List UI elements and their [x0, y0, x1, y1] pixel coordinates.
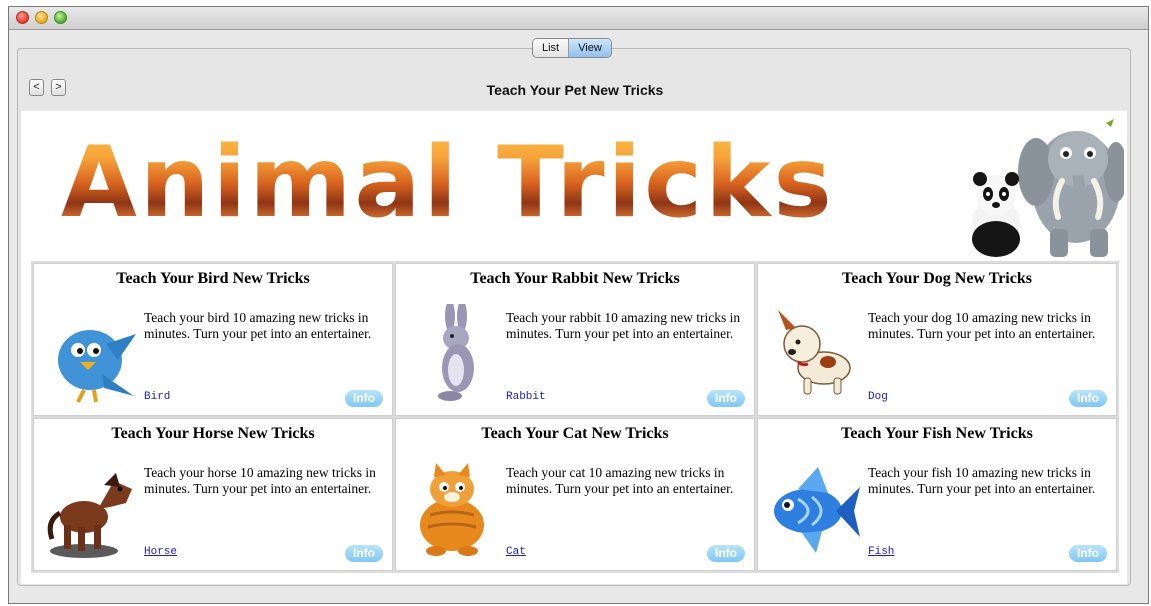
- page-title: Teach Your Pet New Tricks: [486, 82, 664, 98]
- info-button[interactable]: Info: [345, 390, 383, 407]
- list-segment[interactable]: List: [533, 39, 570, 57]
- dog-icon: [778, 310, 851, 395]
- close-window-button[interactable]: [16, 11, 29, 24]
- pet-link-cat[interactable]: Cat: [506, 546, 526, 558]
- info-button[interactable]: Info: [1069, 545, 1107, 562]
- info-button[interactable]: Info: [707, 390, 745, 407]
- elephant-panda-icon: [972, 119, 1124, 257]
- pet-link-dog[interactable]: Dog: [868, 391, 888, 403]
- back-button[interactable]: <: [29, 79, 44, 96]
- horse-icon: [47, 473, 132, 558]
- card-description: Teach your cat 10 amazing new tricks in …: [506, 465, 734, 496]
- card-heading: Teach Your Horse New Tricks: [111, 425, 315, 442]
- card-heading: Teach Your Cat New Tricks: [481, 425, 669, 442]
- pet-link-horse[interactable]: Horse: [144, 546, 177, 558]
- card-description: Teach your rabbit 10 amazing new tricks …: [506, 310, 741, 341]
- cat-icon: [420, 463, 484, 556]
- banner-title: Animal Tricks: [61, 126, 835, 240]
- card-heading: Teach Your Rabbit New Tricks: [470, 270, 680, 287]
- card-cat: Teach Your Cat New Tricks Teach your cat…: [395, 418, 755, 571]
- card-description: Teach your fish 10 amazing new tricks in…: [868, 465, 1096, 496]
- card-heading: Teach Your Bird New Tricks: [116, 270, 310, 287]
- card-rabbit: Teach Your Rabbit New Tricks Teach your …: [395, 263, 755, 416]
- minimize-window-button[interactable]: [35, 11, 48, 24]
- web-view: Animal Tricks Teach Your Bird New Tricks: [21, 111, 1127, 584]
- info-button[interactable]: Info: [345, 545, 383, 562]
- card-dog: Teach Your Dog New Tricks Teach your dog…: [757, 263, 1117, 416]
- view-segment[interactable]: View: [569, 39, 611, 57]
- card-horse: Teach Your Horse New Tricks Teach your h…: [33, 418, 393, 571]
- card-description: Teach your horse 10 amazing new tricks i…: [144, 465, 376, 496]
- info-button[interactable]: Info: [1069, 390, 1107, 407]
- fish-icon: [774, 467, 860, 553]
- zoom-window-button[interactable]: [54, 11, 67, 24]
- pet-link-rabbit[interactable]: Rabbit: [506, 391, 546, 403]
- card-fish: Teach Your Fish New Tricks Teach your fi…: [757, 418, 1117, 571]
- pet-link-fish[interactable]: Fish: [868, 546, 894, 558]
- view-mode-control: List View: [532, 38, 612, 58]
- card-bird: Teach Your Bird New Tricks Teach your bi…: [33, 263, 393, 416]
- card-description: Teach your bird 10 amazing new tricks in…: [144, 310, 372, 341]
- pet-link-bird[interactable]: Bird: [144, 391, 170, 403]
- tricks-grid: Teach Your Bird New Tricks Teach your bi…: [31, 261, 1119, 573]
- rabbit-icon: [438, 304, 474, 401]
- info-button[interactable]: Info: [707, 545, 745, 562]
- title-bar: [9, 7, 1148, 30]
- forward-button[interactable]: >: [51, 79, 66, 96]
- card-heading: Teach Your Dog New Tricks: [842, 270, 1032, 287]
- card-heading: Teach Your Fish New Tricks: [841, 425, 1033, 442]
- card-description: Teach your dog 10 amazing new tricks in …: [868, 310, 1096, 341]
- bird-icon: [58, 330, 136, 403]
